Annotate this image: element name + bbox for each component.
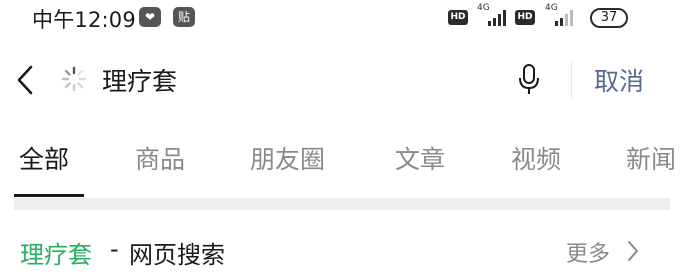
hd-badge-icon: HD bbox=[515, 10, 535, 25]
microphone-icon[interactable] bbox=[516, 63, 542, 97]
back-arrow-icon[interactable] bbox=[14, 63, 38, 97]
status-bar: 中午12:09 ❤ 贴 HD 4G HD 4G 37 bbox=[0, 0, 700, 38]
tab-news[interactable]: 新闻 bbox=[626, 140, 676, 176]
more-link[interactable]: 更多 bbox=[566, 236, 610, 268]
search-divider bbox=[571, 61, 572, 99]
battery-icon: 37 bbox=[590, 8, 628, 28]
result-keyword: 理疗套 bbox=[20, 241, 92, 269]
tab-products[interactable]: 商品 bbox=[135, 140, 185, 176]
active-tab-indicator bbox=[14, 194, 84, 197]
section-separator bbox=[14, 198, 670, 210]
status-time: 中午12:09 bbox=[32, 8, 136, 32]
result-separator: - bbox=[110, 235, 119, 263]
signal-strength-icon bbox=[488, 10, 506, 26]
chevron-right-icon[interactable] bbox=[626, 239, 640, 263]
cancel-button[interactable]: 取消 bbox=[594, 62, 644, 98]
tieba-app-icon: 贴 bbox=[173, 7, 195, 27]
search-input[interactable]: 理疗套 bbox=[102, 62, 177, 98]
signal-strength-icon bbox=[555, 10, 573, 26]
tab-all[interactable]: 全部 bbox=[19, 140, 69, 176]
notification-app-icon: ❤ bbox=[139, 7, 161, 27]
tab-moments[interactable]: 朋友圈 bbox=[250, 140, 325, 176]
category-tabs: 全部 商品 朋友圈 文章 视频 新闻 bbox=[0, 118, 700, 198]
search-bar: 理疗套 取消 bbox=[0, 45, 700, 115]
tab-articles[interactable]: 文章 bbox=[395, 140, 445, 176]
tab-videos[interactable]: 视频 bbox=[511, 140, 561, 176]
web-search-section-header[interactable]: 理疗套 - 网页搜索 更多 bbox=[0, 222, 700, 274]
loading-spinner-icon bbox=[61, 66, 87, 92]
result-section-title: 网页搜索 bbox=[129, 241, 225, 269]
hd-badge-icon: HD bbox=[448, 10, 468, 25]
